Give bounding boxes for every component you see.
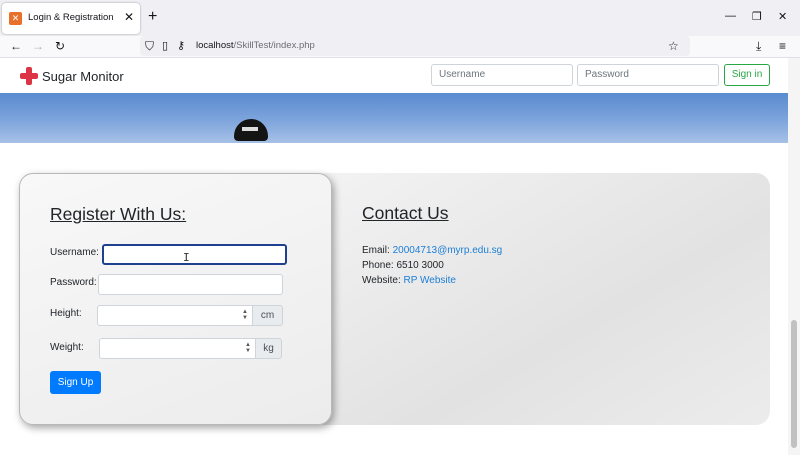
weight-input[interactable]: ▲ ▼ (99, 338, 256, 359)
page-icon: ▯ (162, 40, 169, 52)
weight-unit: kg (256, 338, 282, 359)
brand[interactable]: Sugar Monitor (20, 66, 124, 86)
scrollbar-thumb[interactable] (791, 320, 797, 448)
number-spinner-icon[interactable]: ▲ ▼ (241, 309, 249, 321)
contact-panel: Contact Us Email: 20004713@myrp.edu.sg P… (310, 173, 770, 425)
hero-banner-image (0, 93, 788, 143)
height-label: Height: (50, 308, 82, 319)
person-cap-image (234, 119, 268, 141)
contact-phone: Phone: 6510 3000 (362, 260, 444, 271)
url-text: localhost/SkillTest/index.php (196, 40, 315, 51)
menu-icon[interactable]: ≡ (779, 39, 786, 53)
contact-email: Email: 20004713@myrp.edu.sg (362, 245, 502, 256)
new-tab-icon[interactable]: + (148, 8, 157, 26)
back-icon[interactable]: ← (10, 39, 22, 53)
username-label: Username: (50, 247, 99, 258)
number-spinner-icon[interactable]: ▲ ▼ (244, 342, 252, 354)
login-username-input[interactable]: Username (431, 64, 573, 86)
page-scrollbar[interactable] (788, 58, 800, 455)
restore-icon[interactable]: ❐ (752, 10, 762, 23)
contact-title: Contact Us (362, 203, 449, 223)
website-link[interactable]: RP Website (404, 275, 456, 286)
xampp-favicon-icon: ✕ (9, 12, 22, 25)
login-password-input[interactable]: Password (577, 64, 719, 86)
page-content: Sugar Monitor Username Password Sign in … (0, 58, 788, 455)
website-label: Website: (362, 275, 401, 286)
minimize-icon[interactable]: — (725, 10, 736, 22)
register-card: Register With Us: Username: I Password: … (19, 173, 332, 425)
browser-tab[interactable]: ✕ Login & Registration ✕ (2, 3, 140, 34)
medical-cross-icon (20, 67, 38, 85)
url-path: /SkillTest/index.php (233, 40, 315, 51)
brand-name: Sugar Monitor (42, 68, 124, 84)
close-window-icon[interactable]: ✕ (778, 10, 787, 23)
reload-icon[interactable]: ↻ (55, 39, 65, 53)
url-host: localhost (196, 40, 234, 51)
sign-in-button[interactable]: Sign in (724, 64, 770, 86)
tab-title: Login & Registration (28, 12, 114, 23)
phone-label: Phone: (362, 260, 394, 271)
sign-up-button[interactable]: Sign Up (50, 371, 101, 394)
downloads-icon[interactable]: ⤓ (756, 39, 761, 53)
height-unit: cm (253, 305, 283, 326)
height-input[interactable]: ▲ ▼ (97, 305, 253, 326)
weight-label: Weight: (50, 342, 84, 353)
contact-website: Website: RP Website (362, 275, 456, 286)
email-label: Email: (362, 245, 390, 256)
password-label: Password: (50, 277, 97, 288)
shield-icon[interactable]: ⛉ (145, 39, 154, 53)
browser-nav-bar: ← → ↻ ⛉ ▯ ⚷ localhost/SkillTest/index.ph… (0, 36, 800, 58)
browser-tab-bar: ✕ Login & Registration ✕ + — ❐ ✕ (0, 0, 800, 36)
register-password-input[interactable] (98, 274, 283, 295)
site-navbar: Sugar Monitor Username Password Sign in (0, 58, 788, 93)
bookmark-star-icon[interactable]: ☆ (668, 39, 679, 53)
phone-value: 6510 3000 (396, 260, 444, 271)
email-link[interactable]: 20004713@myrp.edu.sg (393, 245, 503, 256)
close-tab-icon[interactable]: ✕ (124, 10, 134, 24)
key-icon[interactable]: ⚷ (177, 39, 185, 53)
address-bar[interactable]: ⛉ ▯ ⚷ localhost/SkillTest/index.php ☆ (140, 36, 690, 56)
register-username-input[interactable]: I (102, 244, 287, 265)
register-title: Register With Us: (50, 204, 187, 224)
forward-icon[interactable]: → (32, 39, 44, 53)
text-cursor-icon: I (183, 251, 190, 264)
